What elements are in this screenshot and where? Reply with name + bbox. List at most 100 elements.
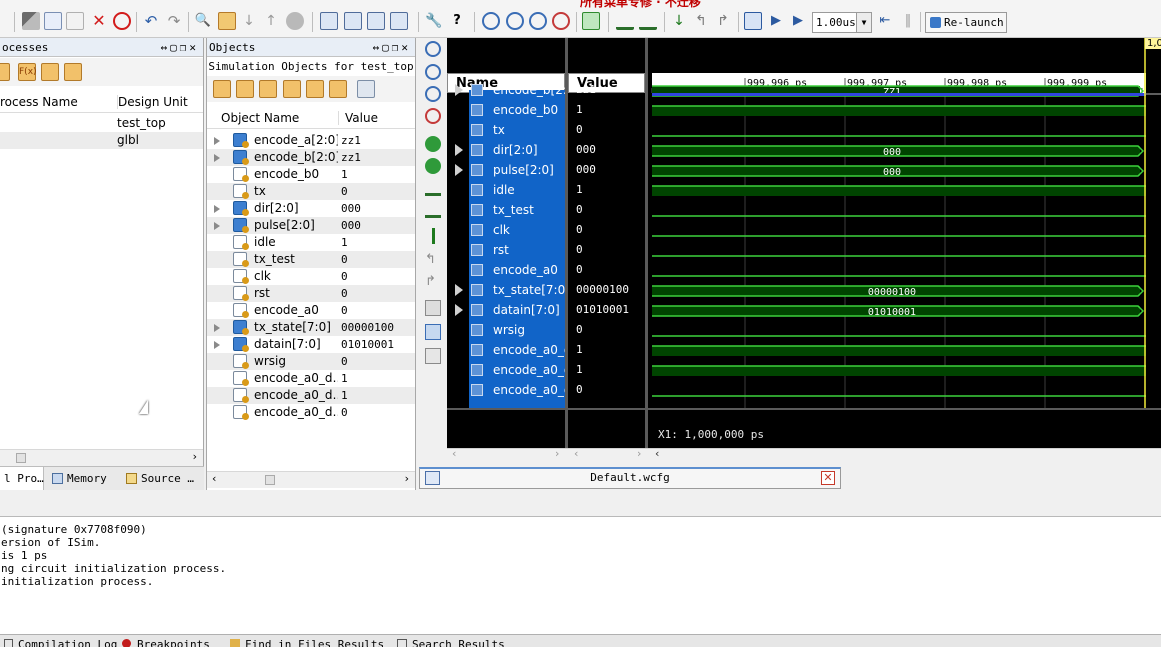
wave-signal-row[interactable]: encode_a0 [469,260,565,280]
wave-signal-row[interactable]: encode_a0_dl [469,380,565,400]
undo-icon[interactable]: ↶ [142,12,160,30]
wave-signal-row[interactable]: encode_b[2:0] [469,80,565,100]
wave-signal-row[interactable]: rst [469,240,565,260]
waveform-canvas[interactable]: 999,996 ps 999,997 ps 999,998 ps 999,999 ps… [648,38,1161,448]
object-value-header[interactable]: Value [338,111,414,125]
process-name-header[interactable]: rocess Name [0,95,108,109]
previous-icon[interactable]: ↑ [262,12,280,30]
object-row[interactable]: encode_a[2:0] zz1 [207,132,415,149]
previous-transition-icon[interactable] [425,180,441,196]
tab-sources[interactable]: Source … [122,467,204,490]
object-row[interactable]: encode_a0_d… 1 [207,370,415,387]
scroll-right-icon[interactable]: › [405,472,409,485]
zoom-cursor-icon[interactable] [425,108,441,124]
zoom-in-icon[interactable] [482,12,500,30]
scroll-left-icon[interactable]: ‹ [655,447,659,460]
expand-icon[interactable] [455,164,463,176]
paste-icon[interactable] [66,12,84,30]
redo-icon[interactable]: ↷ [165,12,183,30]
expand-icon[interactable] [214,222,220,230]
wave-signal-row[interactable]: clk [469,220,565,240]
object-name-header[interactable]: Object Name [221,111,337,125]
snap-to-transition-icon[interactable] [425,324,441,340]
input-filter-icon[interactable] [213,80,231,98]
zoom-fit-icon[interactable] [425,86,441,102]
tab-memory[interactable]: Memory [48,467,118,490]
wave-signal-row[interactable]: wrsig [469,320,565,340]
next-marker-icon[interactable]: ↱ [714,12,732,30]
object-row[interactable]: clk 0 [207,268,415,285]
find-in-files-icon[interactable] [218,12,236,30]
wave-signal-row[interactable]: encode_b0 [469,100,565,120]
scroll-thumb[interactable] [16,453,26,463]
previous-transition-icon[interactable] [616,12,634,30]
internal-filter-icon[interactable] [283,80,301,98]
expand-icon[interactable] [455,284,463,296]
help-icon[interactable]: ? [448,12,466,30]
tab-compilation-log[interactable]: Compilation Log [0,637,117,647]
add-marker-icon[interactable]: ↓ [670,12,688,30]
find-icon[interactable]: 🔍 [194,12,212,30]
show-all-icon[interactable] [357,80,375,98]
process-row[interactable]: glbl [0,132,203,149]
pause-icon[interactable]: ‖ [899,12,917,30]
expand-icon[interactable] [214,205,220,213]
floating-ruler-icon[interactable] [425,348,441,364]
object-row[interactable]: rst 0 [207,285,415,302]
chevron-down-icon[interactable]: ▼ [856,13,871,32]
zoom-fit-icon[interactable] [529,12,547,30]
stop-icon[interactable] [113,12,131,30]
wave-config-tab[interactable]: Default.wcfg ✕ [419,467,841,489]
maximize-icon[interactable] [390,12,408,30]
expand-icon[interactable] [214,324,220,332]
list-icon[interactable] [41,63,59,81]
zoom-out-icon[interactable] [506,12,524,30]
scroll-thumb[interactable] [265,475,275,485]
zoom-out-icon[interactable] [425,64,441,80]
scroll-left-icon[interactable]: ‹ [452,447,456,460]
relaunch-button[interactable]: Re-launch [925,12,1007,33]
expand-icon[interactable] [214,154,220,162]
scroll-right-icon[interactable]: › [193,450,197,463]
tile-horizontal-icon[interactable] [344,12,362,30]
refresh-icon[interactable] [582,12,600,30]
next-icon[interactable]: ↓ [240,12,258,30]
next-marker-icon[interactable]: ↱ [425,274,441,290]
panel-controls[interactable]: ↔▢❐✕ [373,38,412,57]
constant-filter-icon[interactable] [306,80,324,98]
wave-signal-row[interactable]: tx_test [469,200,565,220]
object-row[interactable]: wrsig 0 [207,353,415,370]
run-all-icon[interactable]: ▶ [767,12,785,30]
add-marker-icon[interactable] [432,228,435,244]
expand-icon[interactable] [214,137,220,145]
scroll-left-icon[interactable]: ‹ [574,447,578,460]
design-unit-header[interactable]: Design Unit [117,95,203,109]
clear-icon[interactable] [286,12,304,30]
wave-signal-row[interactable]: pulse[2:0] [469,160,565,180]
output-filter-icon[interactable] [236,80,254,98]
go-to-start-icon[interactable] [425,136,441,152]
zoom-in-icon[interactable] [425,41,441,57]
wave-signal-row[interactable]: datain[7:0] [469,300,565,320]
tab-find-in-files[interactable]: Find in Files Results [226,637,384,647]
refresh-hierarchy-icon[interactable] [64,63,82,81]
wave-signal-row[interactable]: tx_state[7:0] [469,280,565,300]
instance-icon[interactable] [0,63,10,81]
object-row[interactable]: datain[7:0] 01010001 [207,336,415,353]
object-row[interactable]: dir[2:0] 000 [207,200,415,217]
objects-horizontal-scrollbar[interactable]: ‹ › [207,471,415,488]
cascade-icon[interactable] [320,12,338,30]
zoom-cursor-icon[interactable] [552,12,570,30]
go-to-end-icon[interactable] [425,158,441,174]
object-row[interactable]: idle 1 [207,234,415,251]
tab-search-results[interactable]: Search Results [393,637,505,647]
expand-icon[interactable] [214,341,220,349]
variable-filter-icon[interactable] [329,80,347,98]
wave-signal-row[interactable]: idle [469,180,565,200]
expand-icon[interactable] [455,84,463,96]
previous-marker-icon[interactable]: ↰ [692,12,710,30]
swap-cursors-icon[interactable] [425,300,441,316]
wave-horizontal-scrollbars[interactable]: ‹ › ‹ › ‹ [447,447,1161,462]
wave-signal-row[interactable]: encode_a0_dl [469,340,565,360]
processes-horizontal-scrollbar[interactable]: › [0,449,203,466]
